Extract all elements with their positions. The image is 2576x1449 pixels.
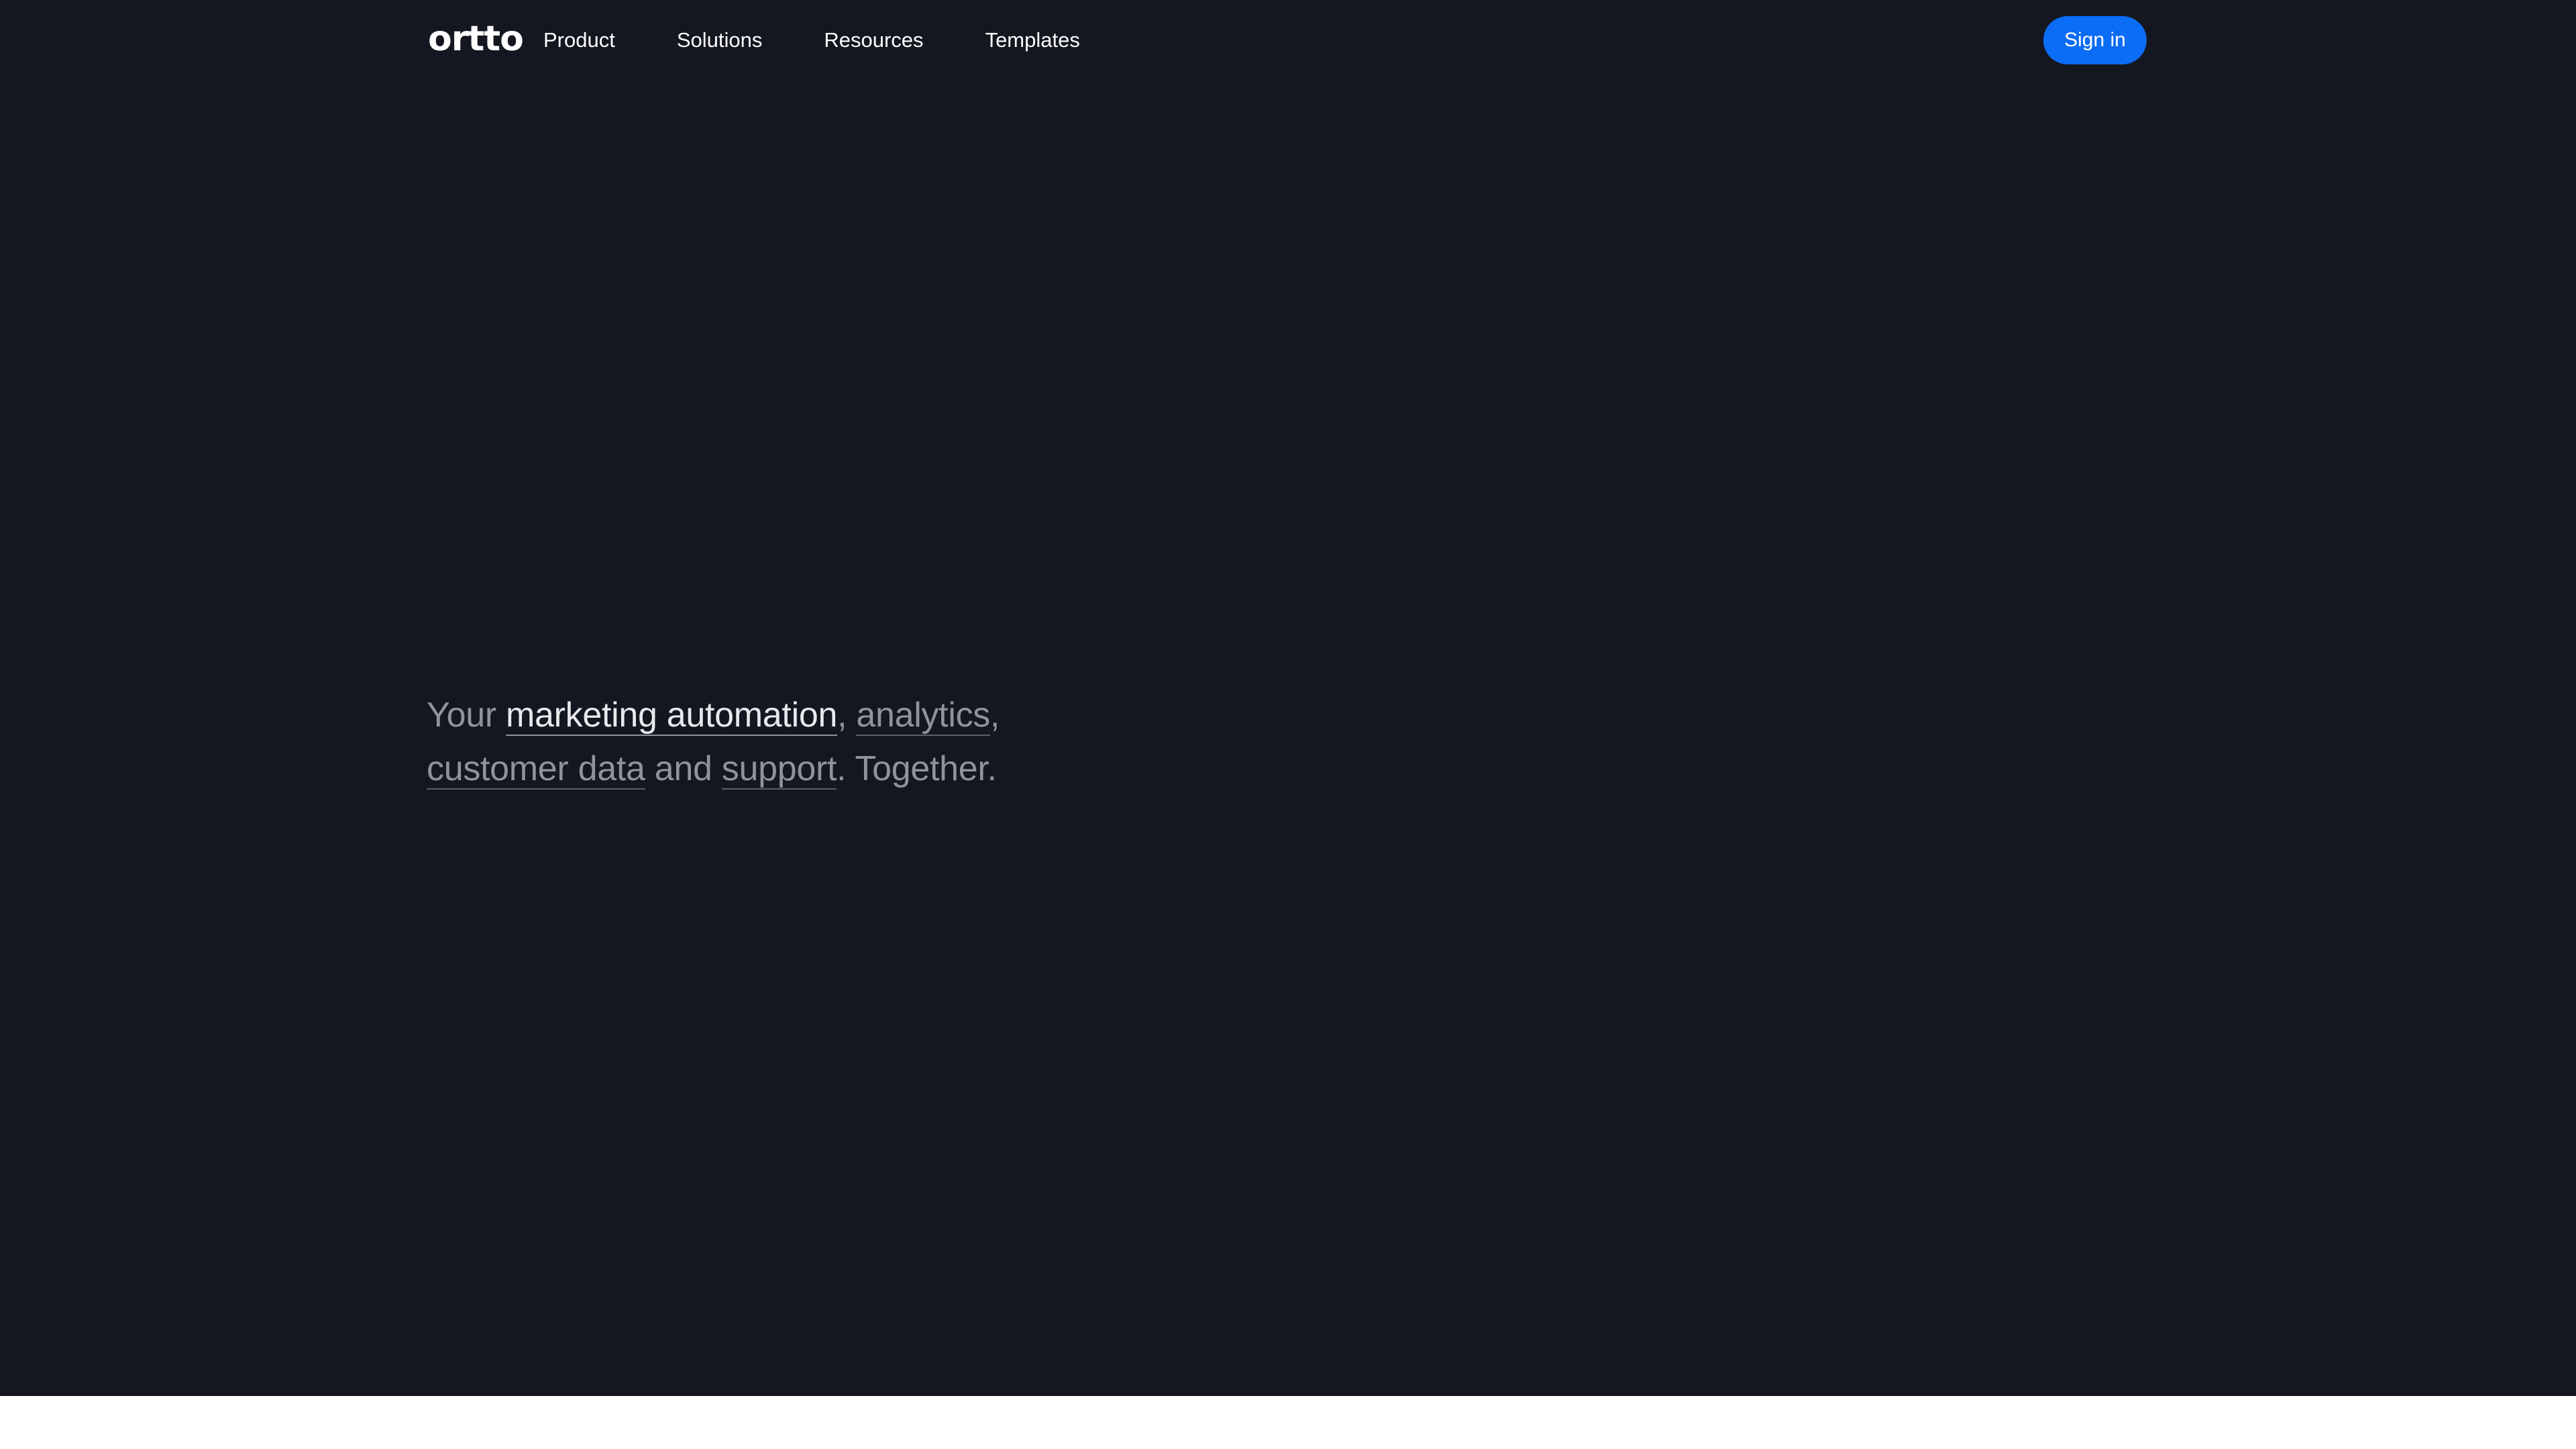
nav-link-templates[interactable]: Templates	[985, 24, 1080, 56]
headline-suffix: . Together.	[837, 749, 997, 788]
headline-separator: ,	[837, 696, 857, 735]
nav-link-solutions[interactable]: Solutions	[677, 24, 763, 56]
hero-section: ortto Product Solutions Resources Templa…	[0, 0, 2576, 1396]
headline-separator: ,	[989, 696, 1000, 735]
headline-term-customer-data[interactable]: customer data	[427, 749, 645, 790]
nav-link-product[interactable]: Product	[543, 24, 615, 56]
nav-link-resources[interactable]: Resources	[824, 24, 923, 56]
headline-prefix: Your	[427, 696, 506, 735]
page: ortto Product Solutions Resources Templa…	[0, 0, 2576, 1449]
headline-term-support[interactable]: support	[721, 749, 837, 790]
headline-term-marketing-automation[interactable]: marketing automation	[506, 696, 837, 736]
headline-term-analytics[interactable]: analytics	[856, 696, 990, 736]
ortto-logo[interactable]: ortto	[428, 19, 524, 59]
nav-links: Product Solutions Resources Templates	[543, 24, 1142, 56]
hero-headline: Your marketing automation, analytics, cu…	[427, 688, 1097, 796]
sign-in-button[interactable]: Sign in	[2043, 16, 2147, 64]
headline-separator: and	[645, 749, 722, 788]
top-navigation: ortto Product Solutions Resources Templa…	[0, 0, 2576, 80]
